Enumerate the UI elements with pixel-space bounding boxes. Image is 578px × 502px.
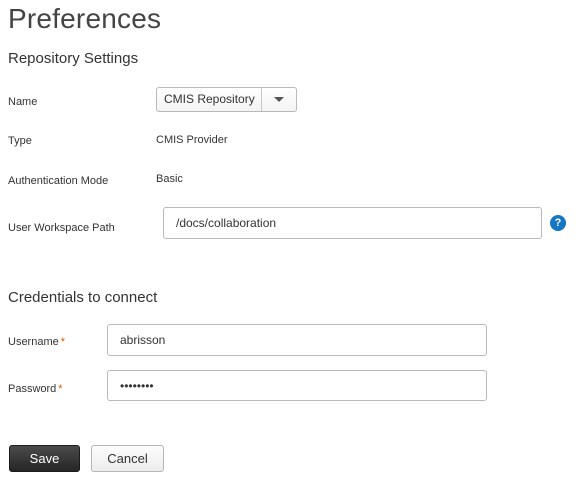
credentials-heading: Credentials to connect	[8, 289, 158, 306]
chevron-down-icon	[274, 97, 284, 102]
password-label-text: Password	[8, 383, 57, 395]
save-button[interactable]: Save	[9, 445, 80, 472]
page-title: Preferences	[8, 3, 162, 34]
username-label: Username *	[8, 335, 65, 349]
repository-name-select[interactable]: CMIS Repository	[156, 87, 297, 112]
name-label: Name	[8, 96, 38, 108]
required-marker: *	[58, 383, 63, 395]
repository-settings-heading: Repository Settings	[8, 50, 139, 67]
username-label-text: Username	[8, 336, 59, 348]
type-value: CMIS Provider	[156, 134, 228, 146]
authentication-mode-value: Basic	[156, 173, 183, 185]
help-icon[interactable]: ?	[550, 215, 566, 231]
user-workspace-path-input[interactable]	[163, 207, 542, 239]
type-label: Type	[8, 135, 32, 147]
dropdown-button[interactable]	[261, 88, 296, 111]
authentication-mode-label: Authentication Mode	[8, 175, 109, 187]
user-workspace-path-label: User Workspace Path	[8, 222, 115, 234]
username-input[interactable]	[107, 324, 487, 356]
repository-name-value: CMIS Repository	[164, 92, 255, 106]
cancel-button[interactable]: Cancel	[91, 445, 164, 472]
password-label: Password *	[8, 382, 63, 396]
required-marker: *	[60, 336, 66, 348]
password-input[interactable]	[107, 370, 487, 401]
